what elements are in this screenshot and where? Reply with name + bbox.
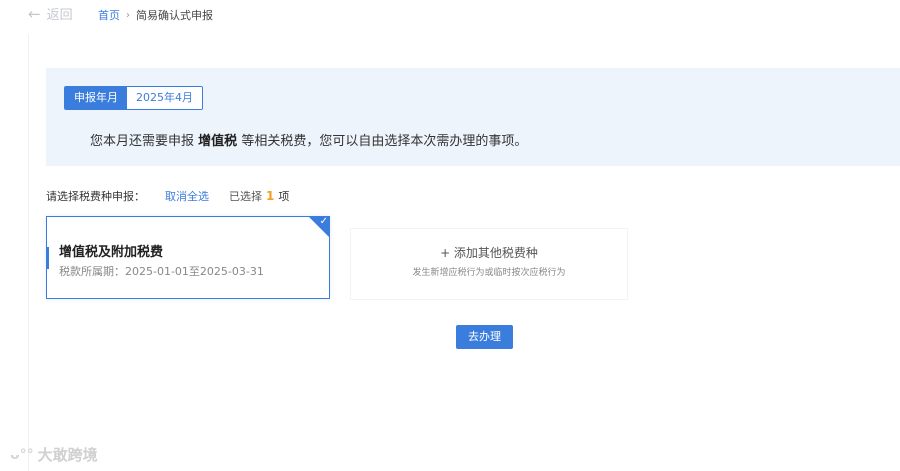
top-bar: ← 返回 首页 › 简易确认式申报 (0, 0, 900, 30)
notice-message-tax: 增值税 (198, 134, 238, 149)
arrow-left-icon: ← (28, 4, 41, 23)
selected-prefix: 已选择 (229, 190, 262, 203)
selection-prompt: 请选择税费种申报： (46, 190, 145, 203)
period-selector[interactable]: 申报年月 2025年4月 (64, 86, 203, 110)
add-tax-title: + 添加其他税费种 (440, 246, 538, 260)
watermark: ᴗ°° 大敢跨境 (10, 444, 98, 465)
deselect-all-link[interactable]: 取消全选 (165, 188, 209, 204)
breadcrumb: 首页 › 简易确认式申报 (98, 7, 213, 23)
checkmark-icon: ✓ (319, 216, 328, 227)
selected-count: 1 (266, 189, 275, 203)
brand-logo-icon: ᴗ°° (10, 446, 34, 463)
notice-message-prefix: 您本月还需要申报 (90, 134, 195, 149)
selection-row: 请选择税费种申报： 取消全选 已选择 1 项 (46, 188, 289, 204)
tax-card-vat[interactable]: ✓ 增值税及附加税费 税款所属期：2025-01-01至2025-03-31 (46, 216, 330, 299)
selected-suffix: 项 (278, 190, 290, 203)
tax-card-title: 增值税及附加税费 (59, 245, 164, 260)
add-tax-subtitle: 发生新增应税行为或临时按次应税行为 (412, 268, 566, 278)
notice-banner (46, 68, 900, 166)
notice-message: 您本月还需要申报 增值税 等相关税费，您可以自由选择本次需办理的事项。 (90, 130, 527, 149)
period-value[interactable]: 2025年4月 (127, 87, 202, 109)
watermark-text: 大敢跨境 (37, 446, 98, 464)
breadcrumb-home-link[interactable]: 首页 (98, 7, 120, 23)
notice-message-suffix: 等相关税费，您可以自由选择本次需办理的事项。 (241, 134, 528, 149)
tax-card-period: 税款所属期：2025-01-01至2025-03-31 (59, 265, 264, 278)
breadcrumb-current: 简易确认式申报 (136, 9, 213, 22)
period-label: 申报年月 (65, 87, 127, 109)
add-tax-card[interactable]: + 添加其他税费种 发生新增应税行为或临时按次应税行为 (350, 228, 628, 300)
back-button[interactable]: ← 返回 (28, 4, 73, 24)
back-label: 返回 (46, 8, 73, 23)
selected-indicator-bar (46, 247, 49, 269)
go-button[interactable]: 去办理 (456, 325, 513, 349)
chevron-right-icon: › (126, 9, 130, 21)
